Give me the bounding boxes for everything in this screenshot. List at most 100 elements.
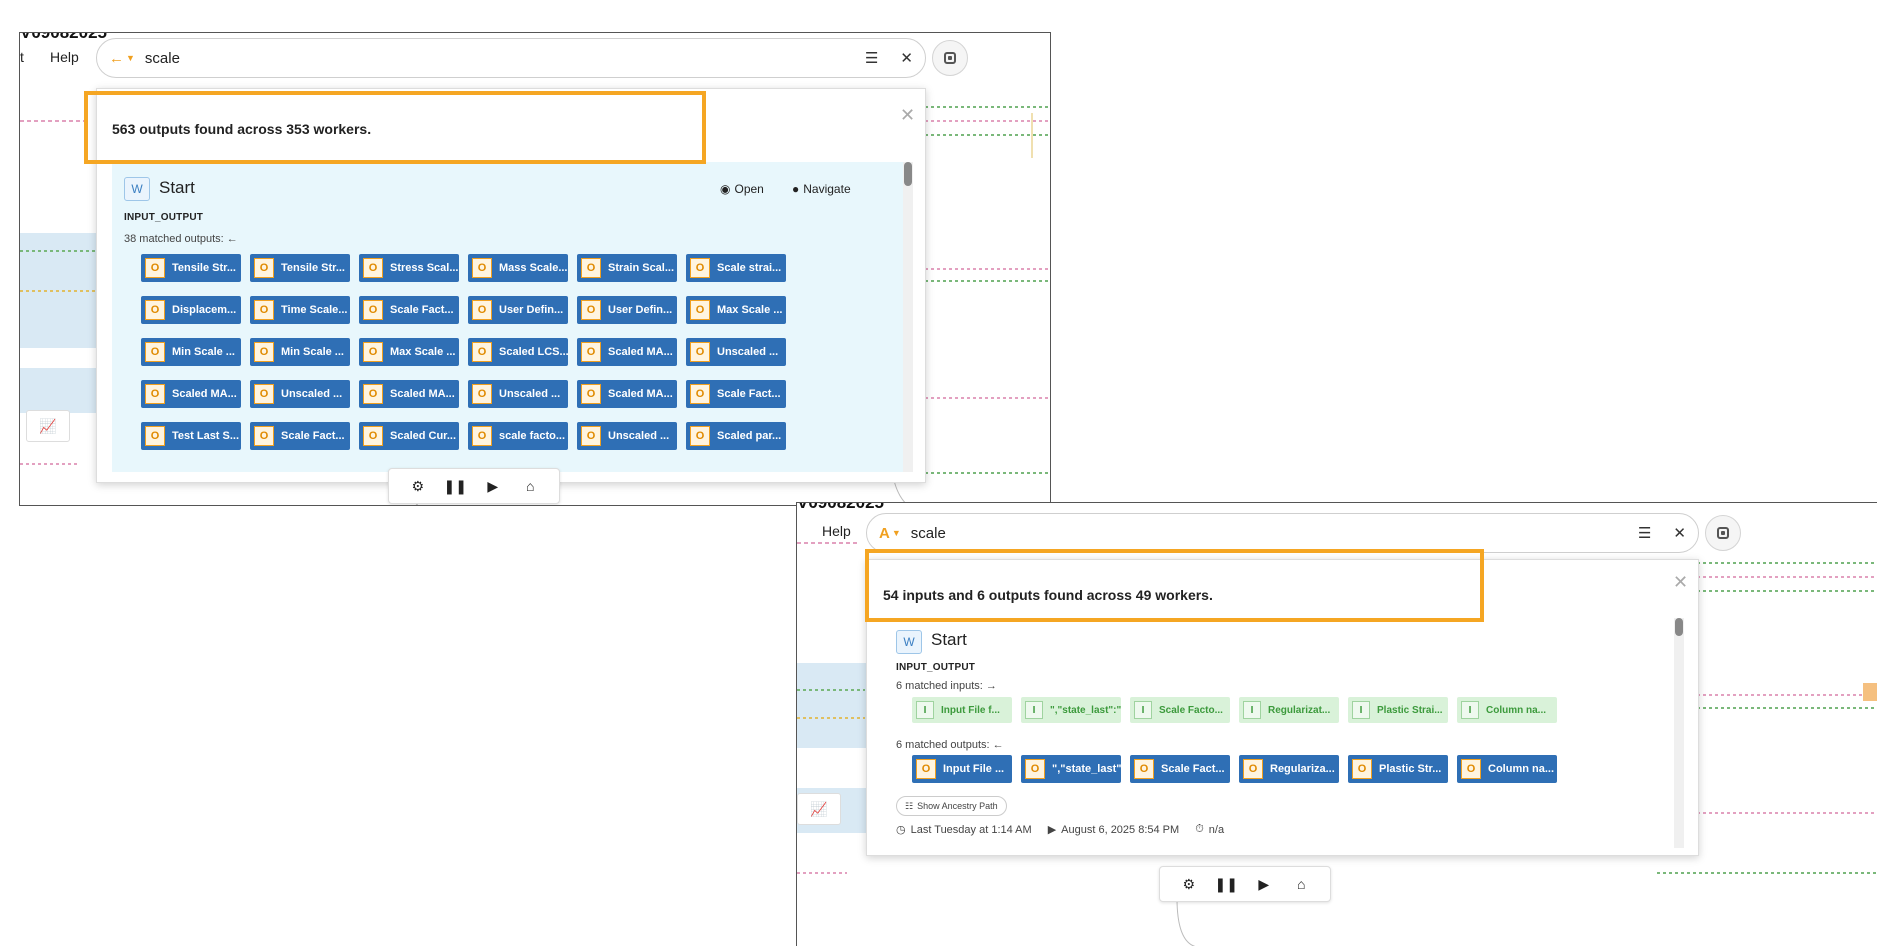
output-chip-tag: O	[472, 426, 492, 446]
sliders-icon[interactable]: ☰	[865, 49, 878, 67]
output-chip[interactable]: O Min Scale ...	[141, 338, 241, 366]
output-chip[interactable]: O Regulariza...	[1239, 755, 1339, 783]
input-chip-tag: I	[1461, 701, 1479, 719]
output-chip-tag: O	[581, 342, 601, 362]
close-icon[interactable]: ✕	[1673, 524, 1686, 542]
output-chip[interactable]: O Stress Scal...	[359, 254, 459, 282]
highlight-outputs-summary	[84, 91, 706, 164]
menu-item-help[interactable]: Help	[50, 49, 79, 65]
scrollbar-thumb[interactable]	[1675, 618, 1683, 636]
output-chip-tag: O	[581, 300, 601, 320]
output-chip[interactable]: O Test Last S...	[141, 422, 241, 450]
output-chip-label: Time Scale...	[281, 304, 348, 316]
open-button[interactable]: ◉ Open	[720, 182, 764, 196]
output-chip[interactable]: O Displacem...	[141, 296, 241, 324]
output-chip-list: O Input File ... O ","state_last":"",... O Sc…	[912, 755, 1557, 783]
output-chip[interactable]: O Scaled MA...	[577, 338, 677, 366]
search-bar[interactable]: ← ▼ scale ☰ ✕	[96, 38, 926, 78]
input-chip[interactable]: I Plastic Strai...	[1348, 697, 1448, 723]
show-ancestry-path-button[interactable]: ☷ Show Ancestry Path	[896, 796, 1007, 816]
output-chip[interactable]: O Unscaled ...	[468, 380, 568, 408]
chart-icon[interactable]: ⌂	[1289, 876, 1313, 892]
output-chip-tag: O	[581, 426, 601, 446]
output-chip[interactable]: O Scaled MA...	[359, 380, 459, 408]
results-scrollbar[interactable]	[903, 162, 913, 472]
menu-item-truncated[interactable]: t	[20, 49, 24, 65]
output-chip-label: Scale strai...	[717, 262, 782, 274]
output-chip-tag: O	[363, 300, 383, 320]
search-input[interactable]: scale	[145, 50, 847, 67]
menu-item-help[interactable]: Help	[822, 523, 851, 539]
scrollbar-thumb[interactable]	[904, 162, 912, 186]
result-card-start[interactable]: W Start ◉ Open ● Navigate INPUT_OUTPUT 38 …	[112, 162, 907, 472]
output-chip[interactable]: O Unscaled ...	[686, 338, 786, 366]
output-chip-label: Displacem...	[172, 304, 237, 316]
output-chip[interactable]: O Max Scale ...	[686, 296, 786, 324]
output-chip[interactable]: O Input File ...	[912, 755, 1012, 783]
output-chip[interactable]: O Unscaled ...	[250, 380, 350, 408]
output-chip[interactable]: O User Defin...	[468, 296, 568, 324]
search-mode-toggle[interactable]: A ▼	[879, 525, 901, 542]
arrow-right-icon: →	[985, 680, 997, 692]
navigate-button[interactable]: ● Navigate	[792, 182, 851, 196]
output-chip[interactable]: O Scaled Cur...	[359, 422, 459, 450]
chart-icon[interactable]: ⌂	[518, 478, 542, 494]
output-chip[interactable]: O Scale Fact...	[250, 422, 350, 450]
output-chip-tag: O	[363, 258, 383, 278]
output-chip-tag: O	[363, 426, 383, 446]
pause-icon[interactable]: ❚❚	[443, 478, 467, 495]
close-icon[interactable]: ✕	[900, 49, 913, 67]
output-chip[interactable]: O Scaled LCS...	[468, 338, 568, 366]
output-chip[interactable]: O Plastic Str...	[1348, 755, 1448, 783]
output-chip[interactable]: O Time Scale...	[250, 296, 350, 324]
results-scrollbar[interactable]	[1674, 618, 1684, 848]
input-chip[interactable]: I ","state_last":"",...	[1021, 697, 1121, 723]
output-chip[interactable]: O Scaled par...	[686, 422, 786, 450]
play-icon[interactable]: ▶	[1252, 876, 1276, 893]
output-chip-tag: O	[254, 258, 274, 278]
pause-icon[interactable]: ❚❚	[1214, 876, 1238, 893]
play-icon[interactable]: ▶	[481, 478, 505, 495]
chart-tool-button[interactable]: 📈	[26, 410, 70, 442]
output-chip[interactable]: O Strain Scal...	[577, 254, 677, 282]
close-icon[interactable]: ✕	[900, 105, 915, 126]
output-chip[interactable]: O Tensile Str...	[250, 254, 350, 282]
output-chip[interactable]: O Min Scale ...	[250, 338, 350, 366]
output-chip[interactable]: O Column na...	[1457, 755, 1557, 783]
stop-button[interactable]	[932, 40, 968, 76]
input-chip[interactable]: I Input File f...	[912, 697, 1012, 723]
output-chip[interactable]: O Unscaled ...	[577, 422, 677, 450]
gear-icon[interactable]: ⚙	[406, 478, 430, 495]
input-chip[interactable]: I Regularizat...	[1239, 697, 1339, 723]
output-chip-label: User Defin...	[499, 304, 564, 316]
output-chip[interactable]: O Scale Fact...	[1130, 755, 1230, 783]
gear-icon[interactable]: ⚙	[1177, 876, 1201, 893]
search-mode-toggle[interactable]: ← ▼	[109, 50, 135, 67]
chart-tool-button[interactable]: 📈	[797, 793, 841, 825]
result-card-start[interactable]: W Start INPUT_OUTPUT 6 matched inputs: →…	[896, 618, 1670, 848]
output-chip-tag: O	[690, 342, 710, 362]
matched-inputs-label: 6 matched inputs: →	[896, 680, 997, 692]
output-chip[interactable]: O Tensile Str...	[141, 254, 241, 282]
output-chip[interactable]: O User Defin...	[577, 296, 677, 324]
search-input[interactable]: scale	[911, 525, 1620, 542]
output-chip[interactable]: Oscale facto...	[468, 422, 568, 450]
output-chip[interactable]: O Scale Fact...	[359, 296, 459, 324]
close-icon[interactable]: ✕	[1673, 572, 1688, 593]
input-chip-tag: I	[1025, 701, 1043, 719]
stop-button[interactable]	[1705, 515, 1741, 551]
output-chip[interactable]: O Scale Fact...	[686, 380, 786, 408]
output-chip[interactable]: O Scaled MA...	[577, 380, 677, 408]
input-chip-label: Scale Facto...	[1159, 704, 1223, 716]
input-chip[interactable]: I Scale Facto...	[1130, 697, 1230, 723]
arrow-left-icon: ←	[992, 739, 1004, 751]
output-chip[interactable]: O Scale strai...	[686, 254, 786, 282]
output-chip[interactable]: O Mass Scale...	[468, 254, 568, 282]
output-chip[interactable]: O Scaled MA...	[141, 380, 241, 408]
output-chip[interactable]: O ","state_last":"",...	[1021, 755, 1121, 783]
sliders-icon[interactable]: ☰	[1638, 524, 1651, 542]
output-chip[interactable]: O Max Scale ...	[359, 338, 459, 366]
input-chip[interactable]: I Column na...	[1457, 697, 1557, 723]
search-bar[interactable]: A ▼ scale ☰ ✕	[866, 513, 1699, 553]
worker-type: INPUT_OUTPUT	[896, 662, 976, 673]
